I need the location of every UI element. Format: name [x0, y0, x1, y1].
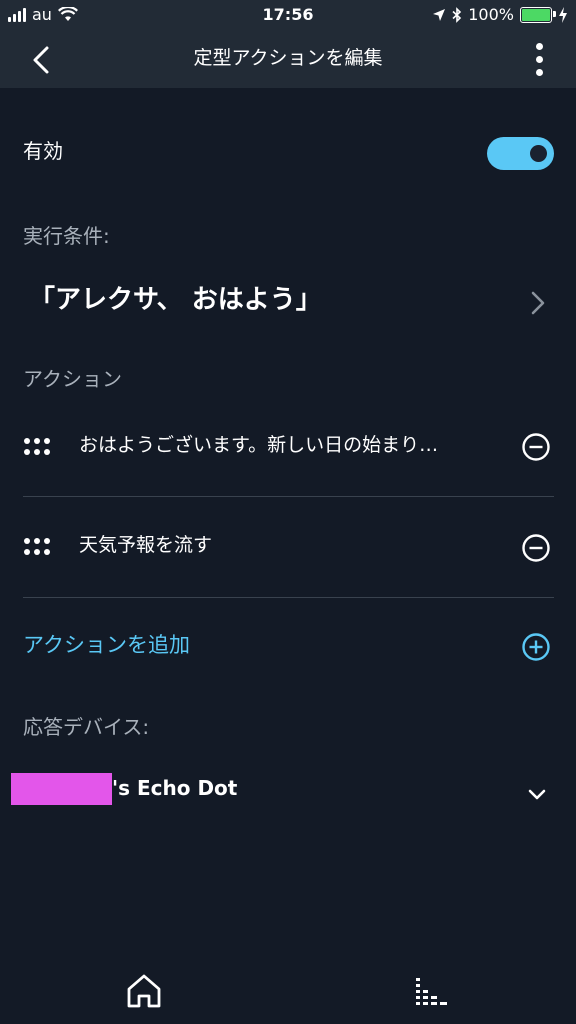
tab-bar [0, 954, 576, 1024]
actions-section-label: アクション [23, 367, 122, 391]
remove-action-button[interactable] [521, 533, 551, 563]
enabled-label: 有効 [23, 139, 63, 163]
chevron-down-icon[interactable] [526, 788, 548, 802]
activity-icon[interactable] [414, 976, 450, 1008]
battery-icon [520, 6, 556, 23]
action-item[interactable]: おはようございます。新しい日の始まり… [0, 410, 576, 490]
action-item-text: 天気予報を流す [79, 534, 213, 556]
add-action-button[interactable]: アクションを追加 [23, 629, 190, 659]
device-section-label: 応答デバイス: [23, 715, 150, 739]
drag-handle-icon[interactable] [24, 538, 54, 558]
divider [23, 597, 554, 598]
trigger-phrase[interactable]: 「アレクサ、 おはよう」 [29, 279, 322, 316]
action-item[interactable]: 天気予報を流す [0, 510, 576, 590]
add-action-plus-icon[interactable] [521, 632, 551, 662]
charging-icon [559, 6, 567, 23]
battery-percent: 100% [468, 5, 514, 24]
device-selector[interactable]: 's Echo Dot [0, 770, 576, 810]
home-icon[interactable] [124, 972, 164, 1010]
status-right: 100% [432, 5, 568, 24]
enabled-toggle[interactable] [487, 137, 554, 170]
action-item-text: おはようございます。新しい日の始まり… [79, 434, 439, 456]
redacted-name [11, 773, 112, 805]
location-icon [433, 8, 446, 21]
page-title: 定型アクションを編集 [193, 47, 383, 69]
remove-action-button[interactable] [521, 432, 551, 462]
drag-handle-icon[interactable] [24, 438, 54, 458]
device-name: 's Echo Dot [112, 776, 238, 800]
status-bar: au 17:56 100% [0, 0, 576, 30]
divider [23, 496, 554, 497]
nav-bar: 定型アクションを編集 [0, 30, 576, 88]
trigger-section-label: 実行条件: [23, 224, 110, 248]
bluetooth-icon [452, 6, 462, 23]
more-options-button[interactable] [532, 40, 548, 80]
chevron-right-icon[interactable] [528, 290, 548, 316]
